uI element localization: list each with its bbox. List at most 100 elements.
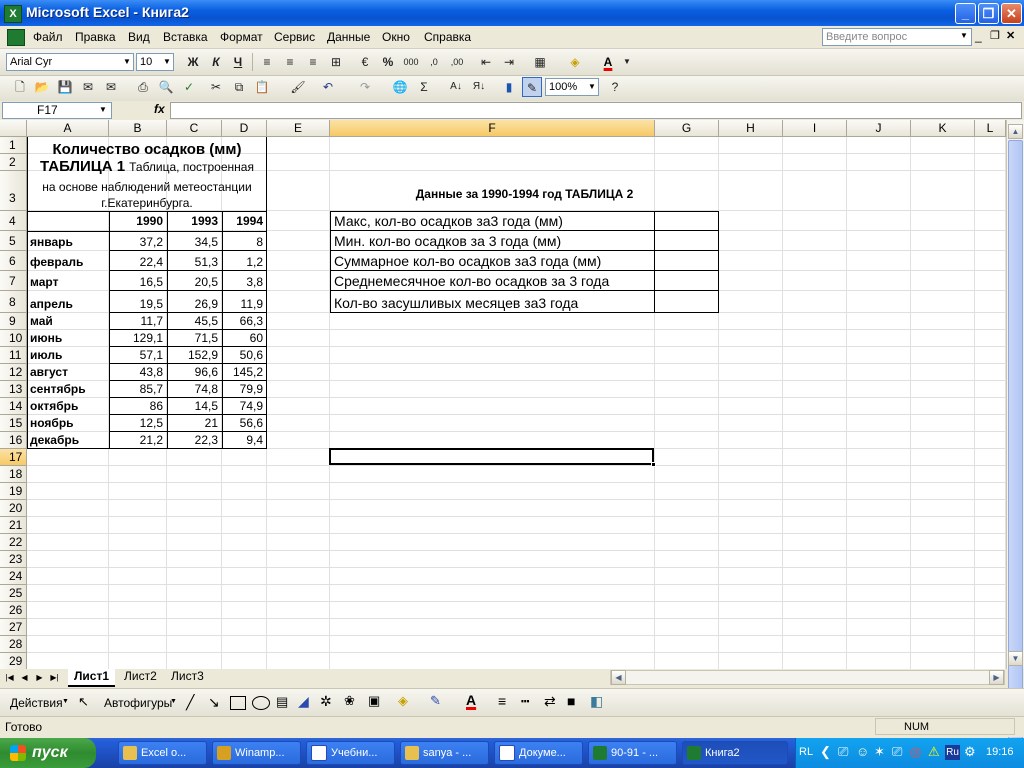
italic-button[interactable]: К [206,52,226,72]
data-cell[interactable]: 22,3 [167,433,218,447]
language-indicator[interactable]: RL [799,746,813,758]
data-cell[interactable]: 19,5 [109,297,163,311]
row-header-12[interactable]: 12 [0,364,27,381]
column-header-c[interactable]: C [167,120,222,137]
horizontal-scrollbar[interactable]: ◀ ▶ [610,670,1005,685]
permission-icon[interactable]: ✉ [78,77,98,97]
row-header-2[interactable]: 2 [0,154,27,171]
excel-app-icon[interactable]: X [4,5,22,23]
clock[interactable]: 19:16 [986,746,1014,758]
task-90-91[interactable]: 90-91 - ... [588,741,677,765]
chart-wizard-icon[interactable]: ▮ [499,77,519,97]
borders-icon[interactable]: ▦ [530,52,550,72]
menu-view[interactable]: Вид [128,30,150,44]
data-cell[interactable]: 16,5 [109,275,163,289]
data-cell[interactable]: 56,6 [222,416,263,430]
data-cell[interactable]: 34,5 [167,235,218,249]
format-painter-icon[interactable]: 🖌 [288,77,308,97]
data-cell[interactable]: 43,8 [109,365,163,379]
select-objects-icon[interactable]: ↖ [78,694,89,710]
row-header-21[interactable]: 21 [0,517,27,534]
data-cell[interactable]: 71,5 [167,331,218,345]
tray-expand-icon[interactable]: ❮ [820,744,831,760]
formula-input[interactable] [170,102,1022,119]
row-header-6[interactable]: 6 [0,251,27,271]
row-header-16[interactable]: 16 [0,432,27,449]
undo-icon[interactable]: ↶ [318,77,338,97]
data-cell[interactable]: 3,8 [222,275,263,289]
copy-icon[interactable]: ⧉ [229,77,249,97]
first-sheet-icon[interactable]: |◀ [3,671,16,684]
volume-icon[interactable]: ⚙ [964,744,976,760]
menu-insert[interactable]: Вставка [163,30,208,44]
percent-button[interactable]: % [378,52,398,72]
row-header-13[interactable]: 13 [0,381,27,398]
messenger-icon[interactable]: ☺ [856,744,869,759]
name-box[interactable]: F17 [2,102,112,119]
align-right-icon[interactable]: ≡ [303,52,323,72]
maximize-button[interactable]: ❐ [978,3,999,24]
keyboard-layout-icon[interactable]: Ru [945,745,960,760]
print-preview-icon[interactable]: 🔍 [156,77,176,97]
menu-format[interactable]: Формат [220,30,263,44]
data-cell[interactable]: 57,1 [109,348,163,362]
dash-style-icon[interactable]: ┅ [521,693,529,710]
task-document[interactable]: Докуме... [494,741,583,765]
row-header-17[interactable]: 17 [0,449,27,466]
scroll-down-icon[interactable]: ▼ [1008,651,1023,666]
clipart-icon[interactable]: ❀ [344,693,355,709]
line-style-icon[interactable]: ≡ [498,693,506,709]
data-cell[interactable]: 21 [167,416,218,430]
row-header-18[interactable]: 18 [0,466,27,483]
warning-icon[interactable]: ⚠ [928,744,940,760]
row-header-19[interactable]: 19 [0,483,27,500]
autosum-icon[interactable]: Σ [414,77,434,97]
column-header-a[interactable]: A [27,120,109,137]
row-header-22[interactable]: 22 [0,534,27,551]
data-cell[interactable]: 152,9 [167,348,218,362]
decrease-indent-icon[interactable]: ⇤ [476,52,496,72]
row-header-9[interactable]: 9 [0,313,27,330]
fill-handle[interactable] [651,462,656,467]
paste-icon[interactable]: 📋 [252,77,272,97]
column-header-d[interactable]: D [222,120,267,137]
menu-file[interactable]: Файл [33,30,63,44]
data-cell[interactable]: 51,3 [167,255,218,269]
task-winamp[interactable]: Winamp... [212,741,301,765]
data-cell[interactable]: 9,4 [222,433,263,447]
data-cell[interactable]: 85,7 [109,382,163,396]
merge-center-icon[interactable]: ⊞ [326,52,346,72]
menu-window[interactable]: Окно [382,30,410,44]
minimize-button[interactable]: _ [955,3,976,24]
column-header-b[interactable]: B [109,120,167,137]
data-cell[interactable]: 129,1 [109,331,163,345]
data-cell[interactable]: 12,5 [109,416,163,430]
font-size-combo[interactable]: 10 ▼ [136,53,174,71]
connection-icon[interactable]: ⎚ [892,744,902,760]
row-header-10[interactable]: 10 [0,330,27,347]
task-book2[interactable]: Книга2 [682,741,788,765]
column-header-e[interactable]: E [267,120,330,137]
column-header-i[interactable]: I [783,120,847,137]
scroll-up-icon[interactable]: ▲ [1008,124,1023,139]
line-color-icon[interactable]: ✎ [430,693,441,709]
actions-menu[interactable]: Действия [10,696,63,710]
data-cell[interactable]: 74,8 [167,382,218,396]
redo-icon[interactable]: ↷ [355,77,375,97]
spreadsheet-grid[interactable]: A B C D E F G H I J K L 1 2 3 4 5 6 7 8 9 10 11 12 13 14 15 16 17 18 1… [0,120,1006,669]
picture-icon[interactable]: ▣ [368,693,380,709]
fill-color-icon[interactable]: ◈ [565,52,585,72]
data-cell[interactable]: 14,5 [167,399,218,413]
data-cell[interactable]: 60 [222,331,263,345]
row-header-3[interactable]: 3 [0,171,27,211]
doc-restore-icon[interactable]: ❐ [990,29,1000,42]
help-question-input[interactable]: Введите вопрос [822,28,972,46]
decrease-decimal-icon[interactable]: ,00 [447,52,467,72]
autoshapes-menu[interactable]: Автофигуры [104,696,172,710]
shadow-icon[interactable]: ■ [567,693,575,709]
star-icon[interactable]: ✶ [874,744,885,760]
row-header-15[interactable]: 15 [0,415,27,432]
start-button[interactable]: пуск [0,738,96,768]
sheet-tab-3[interactable]: Лист3 [165,669,210,685]
menu-help[interactable]: Справка [424,30,471,44]
